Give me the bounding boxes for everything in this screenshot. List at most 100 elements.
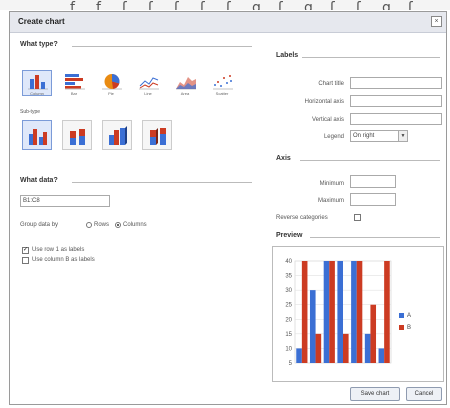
dialog-title: Create chart xyxy=(18,17,65,26)
bar-series-A-7 xyxy=(378,348,385,363)
create-chart-dialog: Create chart × What type? Sub-type What … xyxy=(9,11,447,405)
dialog-titlebar: Create chart × xyxy=(10,12,446,33)
chart-type-label: Column xyxy=(30,91,44,96)
horizontal-axis-label: Horizontal axis xyxy=(304,99,344,105)
legend-label: A xyxy=(407,313,411,319)
chart-type-line[interactable]: Line xyxy=(133,70,163,96)
axis-maximum-input[interactable] xyxy=(350,193,396,206)
background-spreadsheet-strip: ƒƒʃʃʃʃʃgʃgʃʃgʃ xyxy=(0,0,450,10)
divider xyxy=(72,182,252,183)
vertical-axis-input[interactable] xyxy=(350,113,442,125)
chart-type-pie[interactable]: Pie xyxy=(96,70,126,96)
chart-subtype-clustered-3d[interactable] xyxy=(102,120,132,150)
y-tick-label: 35 xyxy=(285,274,292,280)
background-glyph: ƒ xyxy=(96,0,101,10)
chart-type-label: Pie xyxy=(108,91,114,96)
chart-type-label: Scatter xyxy=(215,91,229,96)
horizontal-axis-input[interactable] xyxy=(350,95,442,107)
axis-heading: Axis xyxy=(276,155,291,162)
group-columns-label: Columns xyxy=(123,222,147,228)
bar-series-B-2 xyxy=(315,333,322,363)
use-row-labels-label: Use row 1 as labels xyxy=(32,247,85,253)
group-rows-radio[interactable] xyxy=(86,222,92,228)
chart-subtype-clustered[interactable] xyxy=(22,120,52,150)
background-glyph: ʃ xyxy=(148,0,153,10)
background-glyph: ʃ xyxy=(226,0,231,10)
background-glyph: ƒ xyxy=(70,0,75,10)
bar-series-B-7 xyxy=(384,261,390,363)
chart-type-label: Bar xyxy=(70,91,78,96)
chart-type-scatter[interactable]: Scatter xyxy=(207,70,237,96)
bar-series-B-4 xyxy=(343,333,349,363)
bar-series-A-6 xyxy=(364,333,371,363)
divider xyxy=(310,237,440,238)
subtype-label: Sub-type xyxy=(20,109,41,115)
preview-heading: Preview xyxy=(276,232,303,239)
y-tick-label: 10 xyxy=(285,346,292,352)
background-glyph: ʃ xyxy=(122,0,127,10)
chart-type-bar[interactable]: Bar xyxy=(59,70,89,96)
y-tick-label: 30 xyxy=(285,288,292,294)
background-glyph: g xyxy=(304,0,313,10)
background-glyph: ʃ xyxy=(200,0,205,10)
background-glyph: ʃ xyxy=(174,0,179,10)
background-glyph: g xyxy=(382,0,391,10)
divider xyxy=(302,57,440,58)
y-tick-label: 40 xyxy=(285,259,292,265)
preview-chart: 5 10 15 20 25 30 35 40 AB xyxy=(272,246,444,382)
what-type-heading: What type? xyxy=(20,41,58,48)
bar-series-A-2 xyxy=(309,290,316,363)
y-tick-label: 15 xyxy=(285,332,292,338)
legend-select[interactable]: On right ▼ xyxy=(350,130,408,142)
bar-series-A-4 xyxy=(337,261,343,363)
save-chart-button[interactable]: Save chart xyxy=(350,387,400,401)
legend-label: Legend xyxy=(323,134,344,140)
divider xyxy=(72,46,252,47)
bar-series-B-6 xyxy=(370,304,377,363)
what-data-heading: What data? xyxy=(20,177,58,184)
y-tick-label: 25 xyxy=(285,303,292,309)
background-glyph: ʃ xyxy=(356,0,361,10)
legend-label: B xyxy=(407,325,411,331)
chart-type-label: Line xyxy=(144,91,152,96)
group-rows-label: Rows xyxy=(94,222,110,228)
chart-type-area[interactable]: Area xyxy=(170,70,200,96)
chart-subtype-stacked[interactable] xyxy=(62,120,92,150)
legend-select-value: On right xyxy=(353,133,375,139)
use-column-labels-checkbox[interactable] xyxy=(22,257,29,264)
y-tick-label: 20 xyxy=(285,317,292,323)
background-glyph: g xyxy=(252,0,261,10)
use-column-labels-label: Use column B as labels xyxy=(32,257,95,263)
background-glyph: ʃ xyxy=(330,0,335,10)
legend-swatch xyxy=(399,313,404,318)
background-glyph: ʃ xyxy=(278,0,283,10)
data-range-input[interactable]: B1:C8 xyxy=(20,195,110,207)
bar-series-B-3 xyxy=(329,261,335,363)
chart-type-column[interactable]: Column xyxy=(22,70,52,96)
chart-type-label: Area xyxy=(180,91,190,96)
reverse-categories-label: Reverse categories xyxy=(276,215,328,221)
chart-title-label: Chart title xyxy=(318,81,344,87)
divider xyxy=(300,160,440,161)
bar-series-A-3 xyxy=(323,261,330,363)
bar-series-B-5 xyxy=(356,261,363,363)
group-columns-radio[interactable] xyxy=(115,222,121,228)
reverse-categories-checkbox[interactable] xyxy=(354,214,361,221)
chevron-down-icon: ▼ xyxy=(398,131,407,141)
bar-series-A-1 xyxy=(296,348,302,363)
axis-minimum-label: Minimum xyxy=(319,181,344,187)
labels-heading: Labels xyxy=(276,52,299,59)
close-icon[interactable]: × xyxy=(431,16,442,27)
use-row-labels-checkbox[interactable]: ✓ xyxy=(22,247,29,254)
axis-minimum-input[interactable] xyxy=(350,175,396,188)
group-data-label: Group data by xyxy=(20,222,59,228)
chart-title-input[interactable] xyxy=(350,77,442,89)
cancel-button[interactable]: Cancel xyxy=(406,387,442,401)
bar-series-A-5 xyxy=(351,261,357,363)
legend-swatch xyxy=(399,325,404,330)
chart-subtype-stacked-3d[interactable] xyxy=(142,120,172,150)
vertical-axis-label: Vertical axis xyxy=(311,117,344,123)
bar-series-B-1 xyxy=(301,261,308,363)
y-tick-label: 5 xyxy=(289,361,293,367)
background-glyph: ʃ xyxy=(408,0,413,10)
